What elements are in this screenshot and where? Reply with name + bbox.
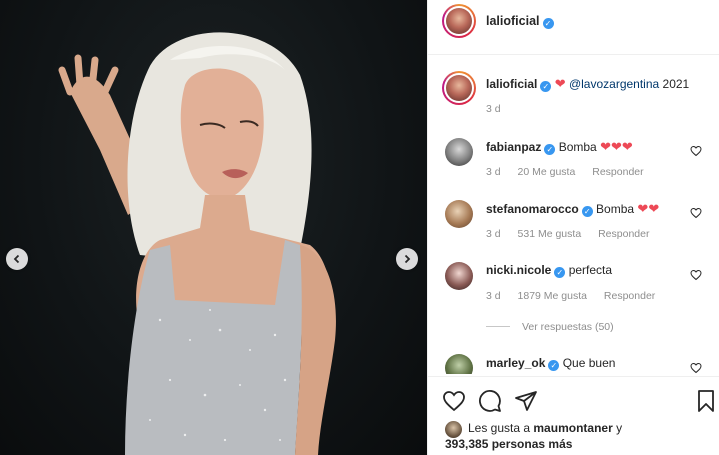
heart-icon[interactable]: [690, 269, 702, 281]
likes-summary: Les gusta a maumontaner y: [468, 421, 622, 435]
next-photo-button[interactable]: [396, 248, 418, 270]
reply-button[interactable]: Responder: [598, 228, 649, 240]
likes-suffix: y: [616, 421, 623, 435]
reply-button[interactable]: Responder: [604, 290, 655, 302]
comment-fabianpaz: fabianpaz ✓ Bomba ❤❤❤: [486, 139, 633, 155]
verified-badge-icon: ✓: [581, 206, 593, 217]
bookmark-icon[interactable]: [694, 389, 718, 413]
caption-time: 3 d: [486, 103, 501, 115]
verified-badge-icon: ✓: [542, 18, 554, 29]
post-header: lalioficial ✓: [428, 0, 719, 55]
caption-text: 2021: [662, 77, 690, 91]
author-avatar[interactable]: [442, 4, 476, 38]
comment-text: Que buen: [562, 356, 616, 370]
comment-avatar[interactable]: [445, 354, 473, 374]
comment-text: perfecta: [568, 263, 613, 277]
post-actions: Les gusta a maumontaner y 393,385 person…: [428, 376, 719, 455]
share-icon[interactable]: [514, 389, 538, 413]
caption-mention[interactable]: @lavozargentina: [569, 77, 659, 91]
comment-hearts: ❤❤❤: [600, 139, 633, 154]
comments-list: lalioficial ✓ ❤ @lavozargentina 2021 3 d …: [428, 56, 719, 374]
liker-username[interactable]: maumontaner: [533, 421, 612, 435]
caption: lalioficial ✓ ❤ @lavozargentina 2021: [486, 76, 689, 92]
comment-time: 3 d: [486, 290, 501, 302]
verified-badge-icon: ✓: [554, 267, 566, 278]
comment-text: Bomba: [558, 140, 597, 154]
comment-nicki-nicole: nicki.nicole ✓ perfecta: [486, 263, 612, 278]
liker-avatar[interactable]: [445, 421, 462, 438]
post-image: [58, 32, 336, 455]
comment-avatar[interactable]: [445, 138, 473, 166]
heart-icon[interactable]: [690, 145, 702, 157]
comment-time: 3 d: [486, 228, 501, 240]
verified-badge-icon: ✓: [540, 81, 552, 92]
comment-text: Bomba: [596, 202, 635, 216]
caption-avatar[interactable]: [442, 71, 476, 105]
heart-icon[interactable]: [690, 362, 702, 374]
post-photo: [0, 0, 427, 455]
comment-username[interactable]: fabianpaz: [486, 140, 541, 154]
heart-icon[interactable]: [690, 207, 702, 219]
author-username[interactable]: lalioficial: [486, 14, 540, 28]
comment-username[interactable]: nicki.nicole: [486, 263, 551, 277]
reply-button[interactable]: Responder: [592, 166, 643, 178]
comment-meta: 3 d 1879 Me gusta Responder: [486, 290, 669, 302]
verified-badge-icon: ✓: [544, 144, 556, 155]
chevron-right-icon: [404, 254, 411, 264]
comment-avatar[interactable]: [445, 262, 473, 290]
verified-badge-icon: ✓: [548, 360, 560, 371]
caption-username[interactable]: lalioficial: [486, 77, 537, 91]
comment-hearts: ❤❤: [637, 201, 660, 216]
chevron-left-icon: [13, 254, 20, 264]
comment-icon[interactable]: [478, 389, 502, 413]
post-sidebar: lalioficial ✓ lalioficial ✓ ❤ @lavozargent…: [427, 0, 719, 455]
instagram-post: lalioficial ✓ lalioficial ✓ ❤ @lavozargent…: [0, 0, 719, 455]
comment-username[interactable]: marley_ok: [486, 356, 545, 370]
heart-icon[interactable]: [442, 389, 466, 413]
red-heart-emoji: ❤: [554, 76, 566, 91]
comment-likes[interactable]: 531 Me gusta: [518, 228, 582, 240]
comment-stefanomarocco: stefanomarocco ✓ Bomba ❤❤: [486, 201, 659, 217]
comment-meta: 3 d 531 Me gusta Responder: [486, 228, 663, 240]
comment-marley-ok: marley_ok ✓ Que buen: [486, 356, 615, 371]
comment-username[interactable]: stefanomarocco: [486, 202, 579, 216]
prev-photo-button[interactable]: [6, 248, 28, 270]
comment-time: 3 d: [486, 166, 501, 178]
likes-prefix: Les gusta a: [468, 421, 531, 435]
comment-likes[interactable]: 1879 Me gusta: [518, 290, 587, 302]
comment-likes[interactable]: 20 Me gusta: [518, 166, 576, 178]
likes-count[interactable]: 393,385 personas más: [445, 437, 572, 451]
view-replies[interactable]: Ver respuestas (50): [486, 321, 614, 333]
comment-avatar[interactable]: [445, 200, 473, 228]
view-replies-label: Ver respuestas (50): [522, 321, 614, 333]
comment-meta: 3 d 20 Me gusta Responder: [486, 166, 658, 178]
